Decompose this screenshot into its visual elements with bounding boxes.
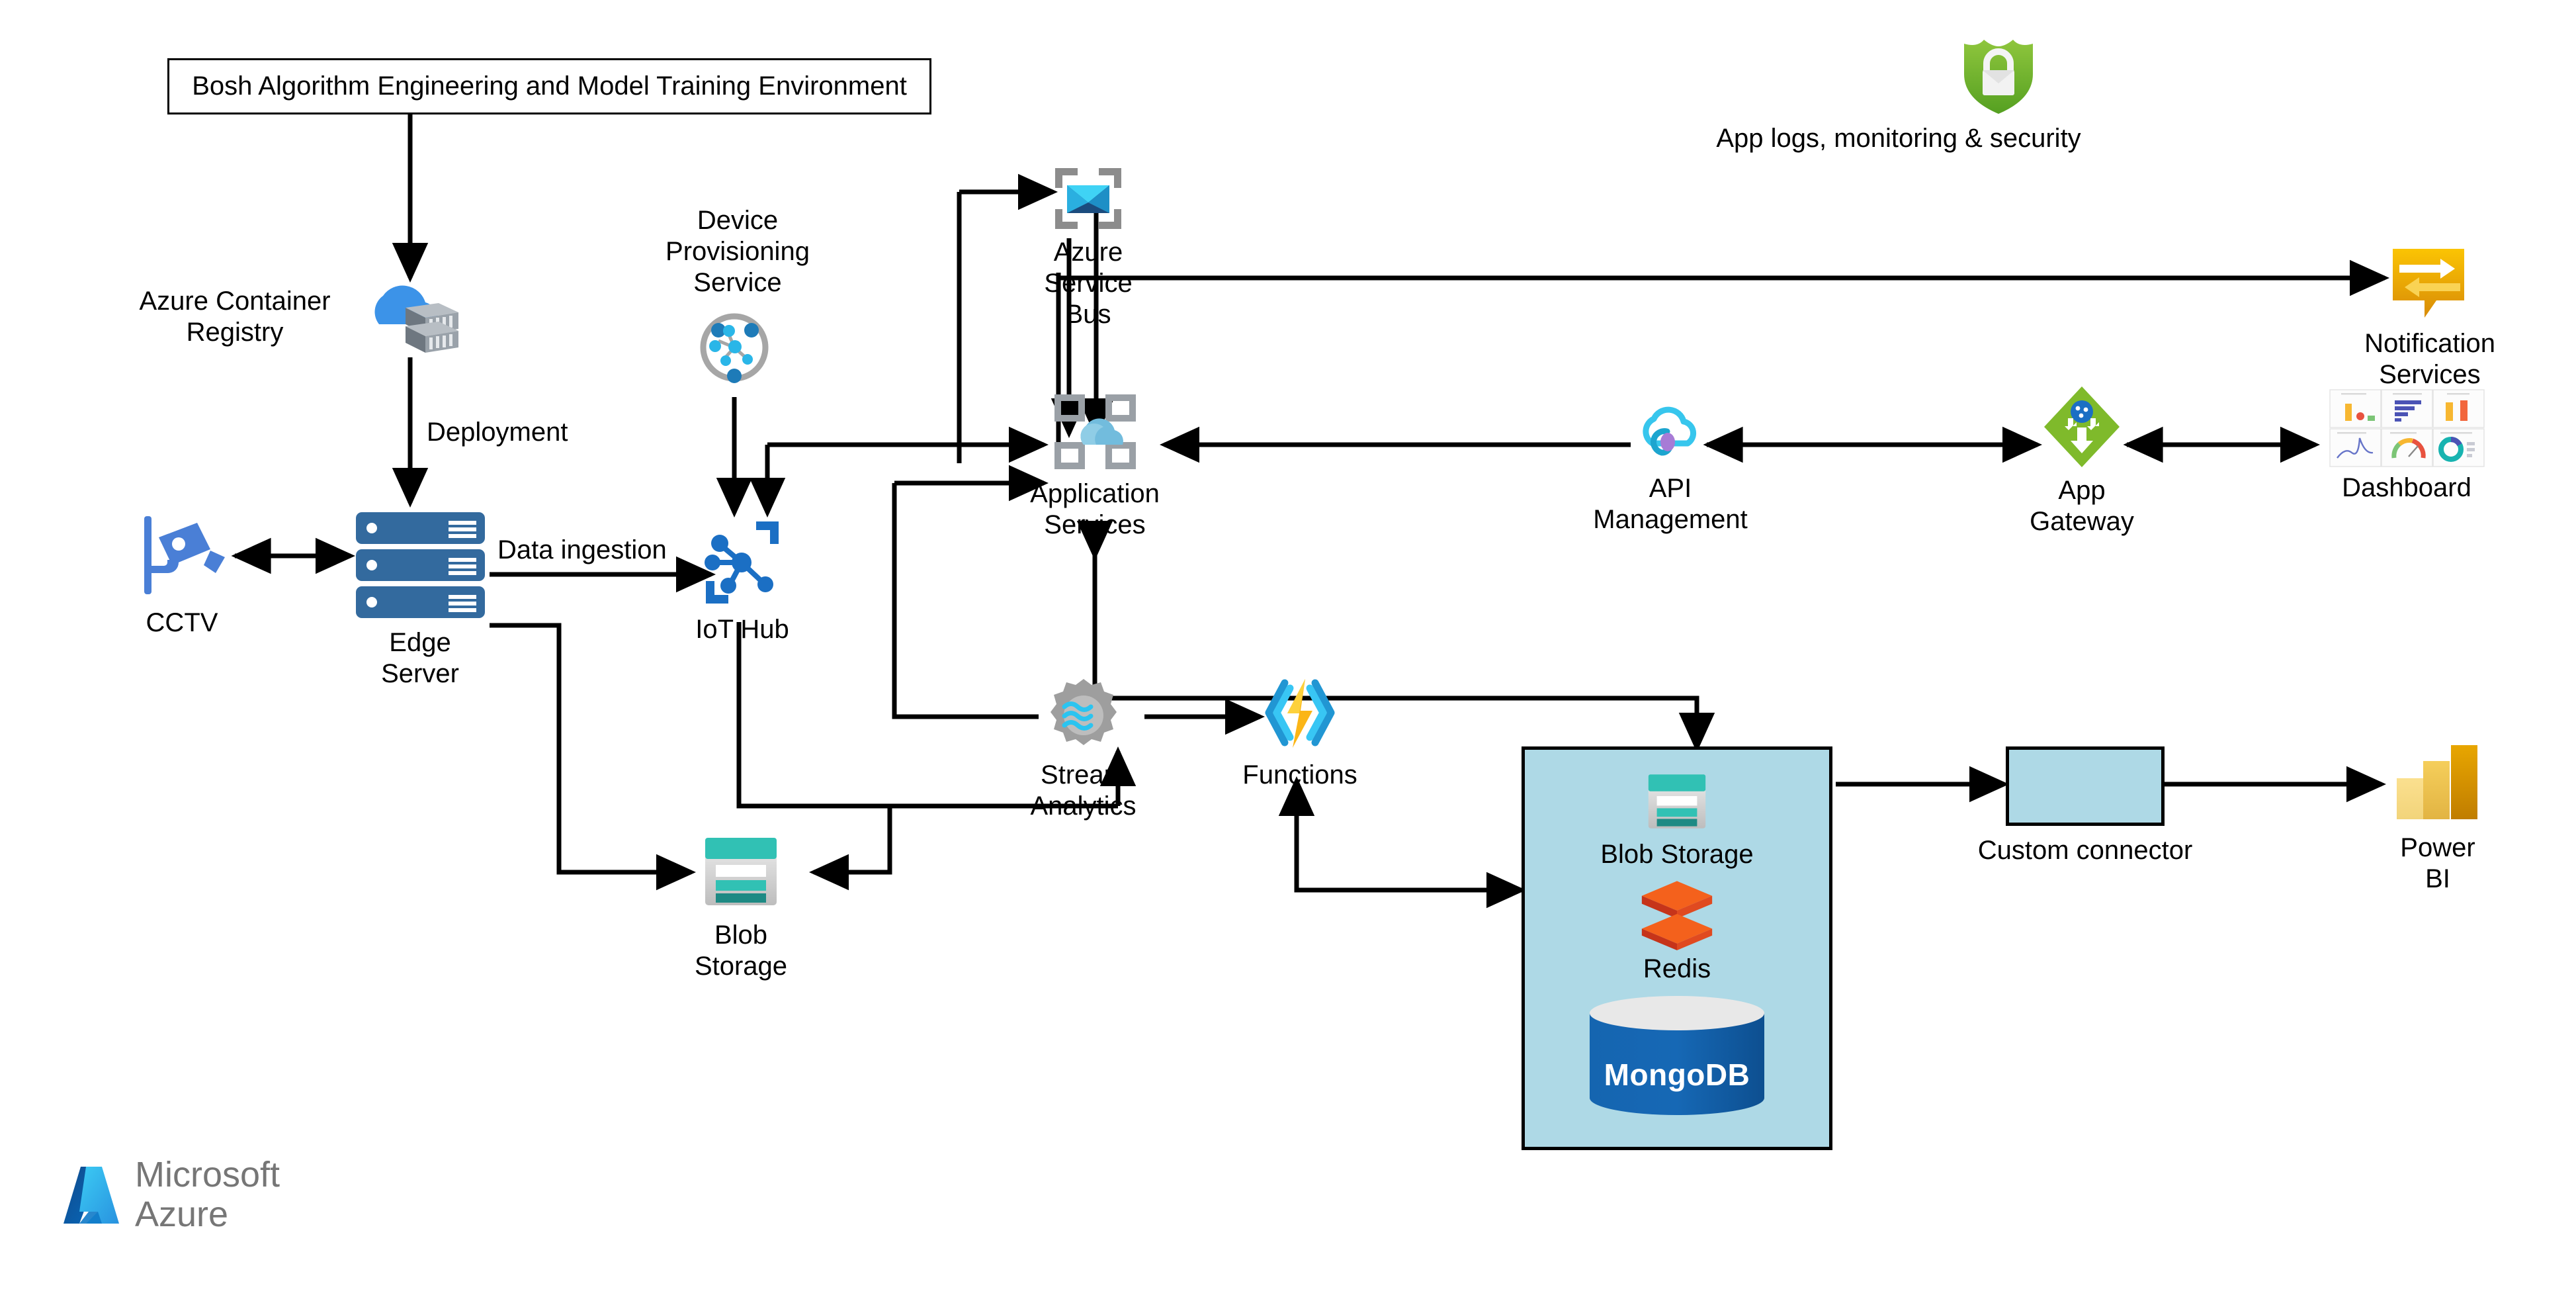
node-stream-analytics[interactable]: Stream Analytics bbox=[1030, 676, 1137, 822]
node-label-blob-storage-left: Blob Storage bbox=[694, 921, 788, 981]
notification-services-icon bbox=[2392, 249, 2464, 318]
group-item-redis[interactable]: Redis bbox=[1637, 879, 1717, 984]
node-notification-services[interactable]: Notification Services bbox=[2364, 245, 2495, 390]
group-item-blob-storage[interactable]: Blob Storage bbox=[1600, 767, 1754, 870]
stream-analytics-icon bbox=[1050, 679, 1117, 745]
node-app-logs-monitoring-security[interactable]: App logs, monitoring & security bbox=[1716, 32, 2081, 154]
group-item-mongodb[interactable]: MongoDB bbox=[1584, 996, 1770, 1115]
application-services-icon bbox=[1054, 394, 1136, 469]
shield-lock-icon bbox=[1963, 40, 2033, 114]
node-api-management[interactable]: API Management bbox=[1593, 392, 1748, 535]
dashboard-icon bbox=[2329, 389, 2485, 467]
blob-storage-icon bbox=[1648, 774, 1706, 829]
api-management-icon bbox=[1643, 406, 1696, 456]
brand-line-1: Microsoft bbox=[135, 1155, 280, 1194]
edge-label-data-ingestion: Data ingestion bbox=[497, 535, 667, 564]
node-label-dashboard: Dashboard bbox=[2342, 473, 2471, 502]
mongodb-cylinder-icon bbox=[1590, 996, 1764, 1115]
node-label-device-provisioning-service: Device Provisioning Service bbox=[665, 206, 810, 298]
node-azure-service-bus[interactable]: Azure Service Bus bbox=[1044, 165, 1133, 331]
node-label-application-services: Application Services bbox=[1030, 479, 1160, 540]
node-dashboard[interactable]: Dashboard bbox=[2327, 389, 2486, 504]
node-label-azure-container-registry: Azure Container Registry bbox=[139, 287, 331, 347]
app-gateway-icon bbox=[2044, 386, 2120, 467]
node-label-iot-hub: IoT Hub bbox=[695, 615, 789, 644]
azure-functions-icon bbox=[1265, 679, 1335, 748]
node-azure-container-registry[interactable] bbox=[344, 278, 476, 357]
node-label-notification-services: Notification Services bbox=[2364, 329, 2495, 390]
node-iot-hub[interactable]: IoT Hub bbox=[689, 516, 795, 645]
node-power-bi[interactable]: Power BI bbox=[2388, 741, 2487, 895]
node-app-gateway[interactable]: App Gateway bbox=[2030, 384, 2134, 537]
node-label-edge-server: Edge Server bbox=[381, 628, 459, 689]
node-label-app-logs-monitoring-security: App logs, monitoring & security bbox=[1716, 124, 2081, 153]
data-services-group: Blob Storage Redis MongoDB bbox=[1522, 746, 1832, 1150]
power-bi-icon bbox=[2396, 745, 2477, 819]
device-provisioning-service-icon bbox=[700, 313, 769, 383]
microsoft-azure-logo: Microsoft Azure bbox=[60, 1155, 280, 1235]
node-label-azure-service-bus: Azure Service Bus bbox=[1044, 238, 1133, 330]
node-label-power-bi: Power BI bbox=[2400, 833, 2475, 894]
architecture-diagram: Bosh Algorithm Engineering and Model Tra… bbox=[0, 0, 2576, 1303]
group-label-blob-storage: Blob Storage bbox=[1600, 840, 1754, 869]
node-device-provisioning-service[interactable] bbox=[695, 308, 774, 387]
node-label-api-management: API Management bbox=[1593, 474, 1748, 535]
node-label-app-gateway: App Gateway bbox=[2030, 476, 2134, 537]
azure-service-bus-icon bbox=[1055, 168, 1121, 229]
node-label-custom-connector: Custom connector bbox=[1977, 836, 2193, 865]
node-label-cctv: CCTV bbox=[146, 608, 218, 637]
group-label-redis: Redis bbox=[1643, 954, 1711, 983]
node-label-functions: Functions bbox=[1242, 760, 1357, 789]
title-box-label: Bosh Algorithm Engineering and Model Tra… bbox=[192, 71, 907, 101]
node-functions[interactable]: Functions bbox=[1242, 676, 1357, 791]
cctv-camera-icon bbox=[144, 516, 225, 594]
group-label-mongodb: MongoDB bbox=[1604, 1057, 1750, 1092]
brand-line-2: Azure bbox=[135, 1194, 229, 1235]
azure-logo-icon bbox=[64, 1167, 119, 1224]
title-box: Bosh Algorithm Engineering and Model Tra… bbox=[167, 58, 931, 114]
redis-icon bbox=[1641, 881, 1713, 950]
edge-label-deployment: Deployment bbox=[427, 418, 568, 447]
node-custom-connector[interactable] bbox=[2006, 746, 2165, 826]
server-stack-icon bbox=[356, 512, 485, 618]
node-application-services[interactable]: Application Services bbox=[1030, 390, 1160, 541]
node-label-stream-analytics: Stream Analytics bbox=[1030, 760, 1137, 821]
blob-storage-icon bbox=[705, 838, 777, 905]
node-edge-server[interactable]: Edge Server bbox=[351, 510, 490, 690]
azure-container-registry-icon bbox=[374, 285, 458, 353]
iot-hub-icon bbox=[705, 521, 779, 604]
node-cctv[interactable]: CCTV bbox=[126, 510, 238, 639]
node-blob-storage-left[interactable]: Blob Storage bbox=[691, 829, 791, 982]
